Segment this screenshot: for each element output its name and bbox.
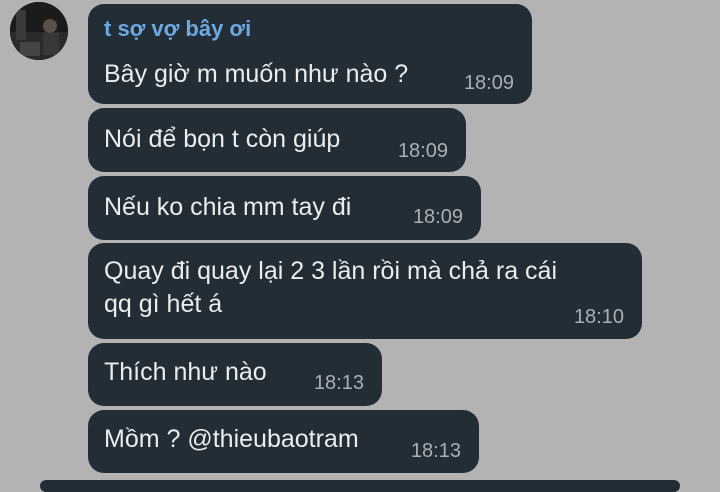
message-bubble-2[interactable]: Nói để bọn t còn giúp 18:09 bbox=[88, 108, 466, 172]
message-text: Nói để bọn t còn giúp bbox=[104, 125, 341, 153]
message-bubble-1[interactable]: t sợ vợ bây ơi Bây giờ m muốn như nào ? … bbox=[88, 4, 532, 104]
message-bubble-5[interactable]: Thích như nào 18:13 bbox=[88, 343, 382, 406]
sender-name[interactable]: t sợ vợ bây ơi bbox=[104, 16, 251, 42]
sender-avatar[interactable] bbox=[10, 2, 68, 60]
message-bubble-6[interactable]: Mồm ? @thieubaotram 18:13 bbox=[88, 410, 479, 473]
message-time: 18:13 bbox=[313, 372, 364, 394]
message-text: Nếu ko chia mm tay đi bbox=[104, 193, 352, 221]
message-time: 18:09 bbox=[397, 140, 448, 162]
message-bubble-3[interactable]: Nếu ko chia mm tay đi 18:09 bbox=[88, 176, 481, 240]
message-bubble-4[interactable]: Quay đi quay lại 2 3 lần rồi mà chả ra c… bbox=[88, 243, 642, 339]
message-time: 18:13 bbox=[410, 440, 461, 462]
message-text: Mồm ? @thieubaotram bbox=[104, 425, 359, 453]
message-time: 18:10 bbox=[573, 306, 624, 328]
message-time: 18:09 bbox=[412, 206, 463, 228]
next-message-edge bbox=[40, 480, 680, 492]
message-text: Thích như nào bbox=[104, 358, 267, 386]
message-text: Quay đi quay lại 2 3 lần rồi mà chả ra c… bbox=[104, 257, 558, 318]
message-text: Bây giờ m muốn như nào ? bbox=[104, 60, 409, 88]
message-time: 18:09 bbox=[463, 72, 514, 94]
